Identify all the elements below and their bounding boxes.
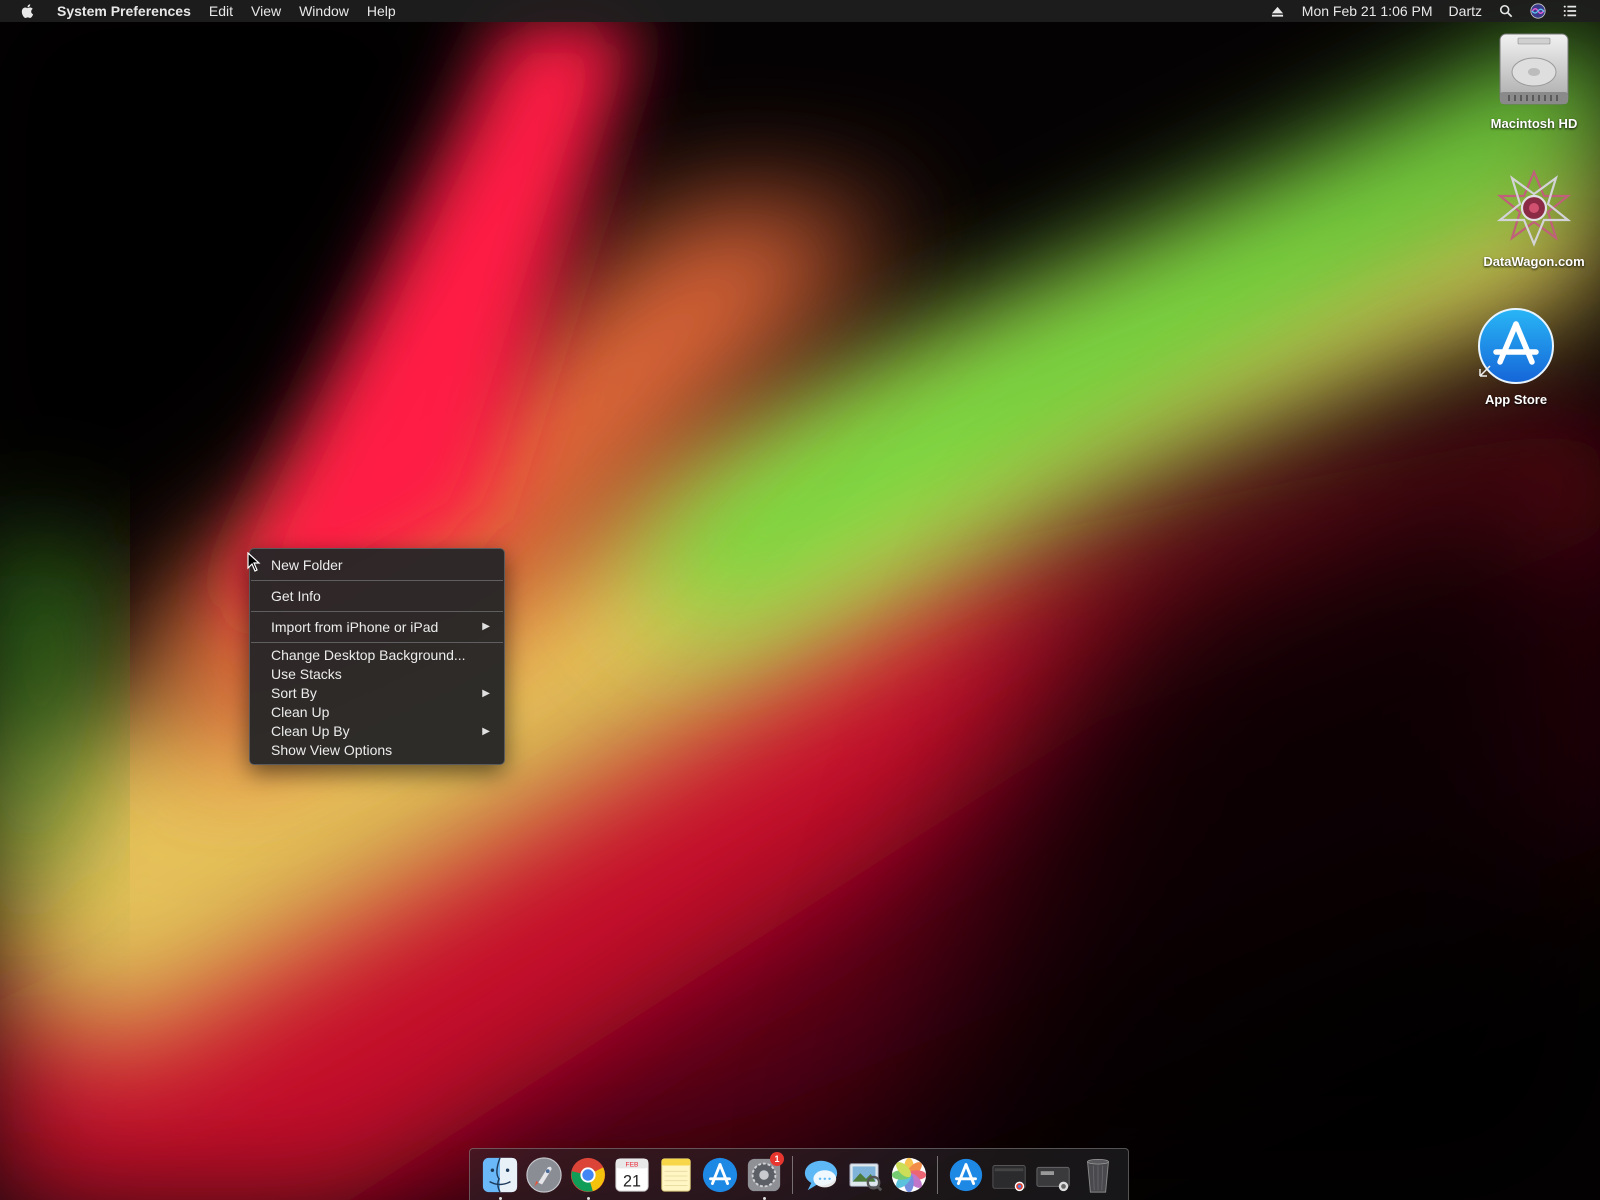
notification-badge: 1 — [770, 1151, 784, 1166]
running-indicator — [498, 1196, 502, 1200]
menu-separator — [251, 642, 503, 643]
menu-separator — [251, 580, 503, 581]
app-store-icon — [702, 1157, 738, 1192]
dock-divider — [792, 1155, 793, 1194]
desktop[interactable]: System Preferences Edit View Window Help… — [0, 0, 1600, 1200]
spotlight-search-icon[interactable] — [1498, 3, 1514, 19]
notification-center-icon[interactable] — [1562, 3, 1578, 19]
dock-divider — [937, 1155, 938, 1194]
desktop-wallpaper — [0, 0, 1600, 1200]
dock: FEB 21 1 — [469, 1148, 1129, 1200]
menu-item-clean-up[interactable]: Clean Up — [250, 703, 504, 722]
menu-user[interactable]: Dartz — [1441, 0, 1490, 22]
dock-notes[interactable] — [654, 1149, 698, 1200]
menu-item-sort-by[interactable]: Sort By ▶ — [250, 684, 504, 703]
finder-icon — [482, 1157, 518, 1192]
dock-app-store-downloads[interactable] — [944, 1149, 988, 1200]
menu-item-change-desktop-background[interactable]: Change Desktop Background... — [250, 646, 504, 665]
trash-icon — [1087, 1158, 1109, 1193]
dock-photos[interactable] — [887, 1149, 931, 1200]
datawagon-icon — [1494, 168, 1574, 248]
menu-item-clean-up-by[interactable]: Clean Up By ▶ — [250, 722, 504, 741]
menu-clock[interactable]: Mon Feb 21 1:06 PM — [1294, 0, 1441, 22]
calendar-day: 21 — [623, 1172, 641, 1190]
menu-item-use-stacks[interactable]: Use Stacks — [250, 665, 504, 684]
eject-icon[interactable] — [1270, 3, 1286, 19]
running-indicator — [586, 1196, 590, 1200]
menu-edit[interactable]: Edit — [200, 0, 242, 22]
menu-item-show-view-options[interactable]: Show View Options — [250, 741, 504, 760]
calendar-icon: FEB 21 — [615, 1157, 649, 1192]
submenu-arrow-icon: ▶ — [482, 688, 490, 699]
desktop-icon-label: Macintosh HD — [1490, 116, 1578, 131]
messages-icon — [804, 1160, 838, 1190]
menu-item-import-from-iphone[interactable]: Import from iPhone or iPad ▶ — [250, 615, 504, 639]
dock-preview[interactable] — [843, 1149, 887, 1200]
launchpad-icon — [526, 1156, 562, 1193]
running-indicator — [762, 1196, 766, 1200]
dock-chrome[interactable] — [566, 1149, 610, 1200]
menu-item-label: Import from iPhone or iPad — [271, 619, 439, 635]
desktop-icon-label: App Store — [1484, 392, 1548, 407]
menu-item-new-folder[interactable]: New Folder — [250, 553, 504, 577]
siri-icon[interactable] — [1530, 3, 1546, 19]
calendar-month: FEB — [626, 1161, 639, 1168]
menu-separator — [251, 611, 503, 612]
desktop-icon-datawagon[interactable]: DataWagon.com — [1474, 168, 1594, 269]
menu-bar: System Preferences Edit View Window Help… — [0, 0, 1600, 22]
chrome-icon — [570, 1157, 606, 1192]
desktop-icon-macintosh-hd[interactable]: Macintosh HD — [1474, 30, 1594, 131]
notes-icon — [661, 1157, 691, 1192]
menu-help[interactable]: Help — [358, 0, 405, 22]
dock-trash[interactable] — [1076, 1149, 1120, 1200]
app-store-download-icon — [949, 1158, 983, 1191]
dock-folder-devices[interactable] — [1032, 1149, 1076, 1200]
desktop-icon-app-store[interactable]: App Store — [1456, 306, 1576, 407]
dock-launchpad[interactable] — [522, 1149, 566, 1200]
app-store-icon — [1476, 306, 1556, 386]
dock-folder-screenshots[interactable] — [988, 1149, 1032, 1200]
mouse-cursor-icon — [247, 551, 261, 572]
menu-item-get-info[interactable]: Get Info — [250, 584, 504, 608]
apple-menu-icon[interactable] — [20, 3, 36, 19]
dock-messages[interactable] — [799, 1149, 843, 1200]
dock-calendar[interactable]: FEB 21 — [610, 1149, 654, 1200]
device-folder-icon — [1036, 1166, 1070, 1191]
submenu-arrow-icon: ▶ — [482, 726, 490, 737]
preview-icon — [849, 1162, 883, 1191]
menu-view[interactable]: View — [242, 0, 290, 22]
photos-icon — [891, 1157, 927, 1192]
menu-item-label: Clean Up By — [271, 723, 350, 739]
desktop-context-menu: New Folder Get Info Import from iPhone o… — [249, 548, 505, 765]
screenshot-folder-icon — [992, 1164, 1026, 1191]
desktop-icon-label: DataWagon.com — [1483, 254, 1585, 269]
dock-app-store[interactable] — [698, 1149, 742, 1200]
menu-app-name[interactable]: System Preferences — [48, 0, 200, 22]
menu-window[interactable]: Window — [290, 0, 358, 22]
menu-item-label: Sort By — [271, 685, 317, 701]
dock-system-preferences[interactable]: 1 — [742, 1149, 786, 1200]
dock-finder[interactable] — [478, 1149, 522, 1200]
hard-drive-icon — [1494, 30, 1574, 110]
submenu-arrow-icon: ▶ — [482, 621, 490, 632]
